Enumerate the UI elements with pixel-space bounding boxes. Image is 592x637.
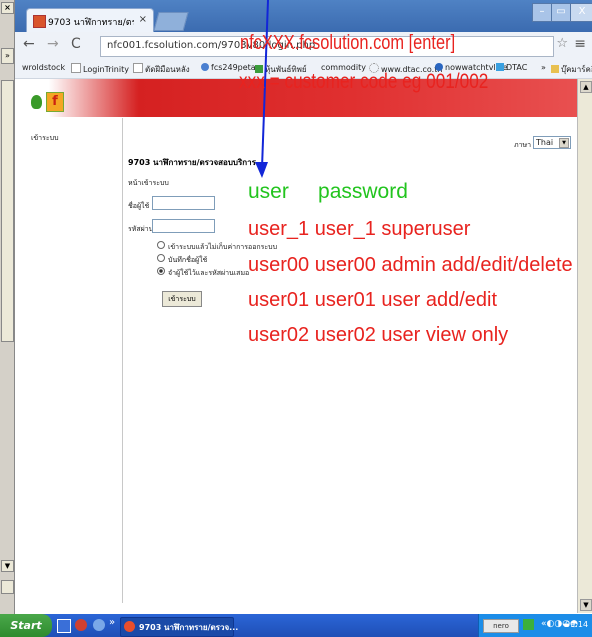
quicklaunch-icon[interactable] (75, 619, 87, 631)
start-button[interactable]: Start (0, 614, 52, 637)
quicklaunch-more-icon[interactable]: » (109, 617, 115, 628)
annotation-line: user01 user01 user add/edit (248, 289, 498, 311)
annotation-header: user password (248, 180, 408, 203)
clock: 09:14 (565, 620, 589, 629)
annotation-code-hint: xxx = customer code eg 001/002 (239, 70, 489, 93)
quicklaunch-icon[interactable] (93, 619, 105, 631)
nero-icon[interactable]: nero (483, 619, 519, 633)
system-tray: nero «◐◑◒◓ 09:14 (478, 614, 592, 637)
annotation-line: user00 user00 admin add/edit/delete (248, 254, 573, 276)
tray-icon[interactable] (523, 619, 534, 630)
taskbar-task-label: 9703 นาฬิกาทราย/ตรวจ... (139, 623, 239, 632)
annotation-line: user_1 user_1 superuser (248, 218, 471, 240)
annotation-line: user02 user02 user view only (248, 324, 509, 346)
annotation-arrow (255, 0, 269, 178)
arrow-head-icon (255, 162, 268, 178)
annotation-url-hint: nfcXXX.fcsolution.com [enter] (240, 32, 456, 54)
quicklaunch-icon[interactable] (57, 619, 71, 633)
chrome-icon (124, 621, 135, 632)
taskbar-task[interactable]: 9703 นาฬิกาทราย/ตรวจ... (120, 617, 238, 637)
